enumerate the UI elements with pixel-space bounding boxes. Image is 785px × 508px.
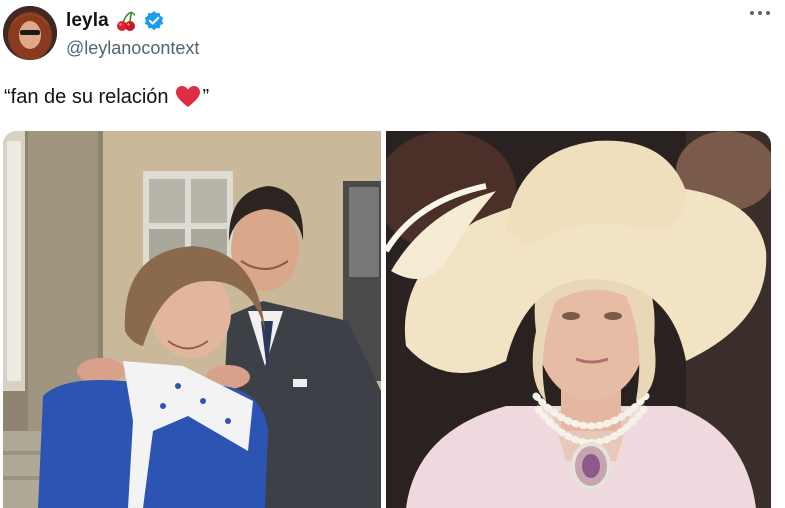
cherries-icon [115, 10, 137, 32]
author-handle[interactable]: @leylanocontext [66, 38, 199, 59]
verified-badge-icon[interactable] [143, 10, 165, 32]
avatar-image [3, 6, 57, 60]
more-options-icon[interactable] [749, 8, 771, 18]
author-name-row: leyla [66, 9, 165, 33]
avatar[interactable] [3, 6, 57, 60]
woman-in-hat-photo[interactable] [386, 131, 771, 508]
tweet-text: “fan de su relación ” [4, 85, 209, 109]
couple-photo[interactable] [3, 131, 381, 508]
tweet-media[interactable] [3, 131, 771, 508]
tweet-text-end: ” [202, 85, 210, 108]
display-name[interactable]: leyla [66, 10, 109, 32]
red-heart-icon [175, 85, 201, 109]
tweet-text-body: “fan de su relación [4, 85, 169, 108]
